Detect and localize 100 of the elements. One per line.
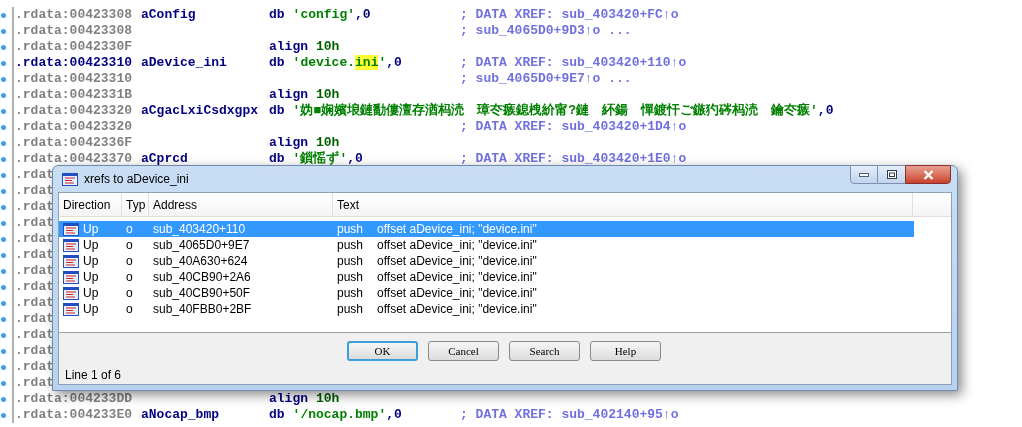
column-header[interactable]: Address <box>149 193 333 216</box>
operand-text: '鎻愮ず',0 <box>292 151 363 167</box>
directive-text: db <box>269 407 285 423</box>
address-text: sub_403420+110 <box>152 221 247 238</box>
address-text: .rdata:00423308 <box>15 7 133 22</box>
comment-text: ; DATA XREF: sub_403420+110↑o <box>460 55 687 71</box>
operand-text: 10h <box>316 135 340 151</box>
comment-text: ; DATA XREF: sub_403420+FC↑o <box>460 7 679 23</box>
gutter-dot-icon <box>1 124 6 130</box>
gutter-dot-icon <box>1 108 6 114</box>
mnemonic-text: push <box>336 221 365 238</box>
minimize-button[interactable] <box>850 165 878 184</box>
column-header[interactable]: Typ <box>122 193 149 216</box>
list-icon <box>63 302 79 316</box>
direction-text: Up <box>83 221 99 238</box>
comment-text: ; sub_4065D0+9E7↑o ... <box>460 71 632 87</box>
list-icon <box>63 254 79 268</box>
gutter-dot-icon <box>1 220 6 226</box>
mnemonic-text: push <box>336 301 365 318</box>
directive-text: db <box>269 151 285 167</box>
address-text: .rdat <box>15 231 54 246</box>
gutter-dot-icon <box>1 140 6 146</box>
address-text: .rdat <box>15 327 54 342</box>
xref-row[interactable]: Up o sub_40CB90+2A6 push offset aDevice_ini; "device.ini" <box>59 269 914 285</box>
maximize-button[interactable] <box>878 165 905 184</box>
operands-text: offset aDevice_ini; "device.ini" <box>377 269 537 286</box>
gutter-dot-icon <box>1 204 6 210</box>
dialog-button[interactable]: Help <box>590 341 661 361</box>
type-text: o <box>125 221 134 238</box>
comment-text: ; DATA XREF: sub_403420+1E0↑o <box>460 151 687 167</box>
minimize-icon <box>859 172 869 177</box>
maximize-icon <box>886 170 897 179</box>
mnemonic-text: push <box>336 269 365 286</box>
gutter-dot-icon <box>1 76 6 82</box>
operand-text: '/nocap.bmp',0 <box>292 407 402 423</box>
list-icon <box>63 286 79 300</box>
address-text: .rdat <box>15 375 54 390</box>
address-text: sub_40CB90+2A6 <box>152 269 252 286</box>
address-text: .rdata:004233DD <box>15 391 133 406</box>
directive-text: db <box>269 7 285 23</box>
xref-row[interactable]: Up o sub_40A630+624 push offset aDevice_ini; "device.ini" <box>59 253 914 269</box>
comment-text: ; DATA XREF: sub_402140+95↑o <box>460 407 679 423</box>
operands-text: offset aDevice_ini; "device.ini" <box>377 285 537 302</box>
operands-text: offset aDevice_ini; "device.ini" <box>377 301 537 318</box>
directive-text: align <box>269 39 308 55</box>
address-text: sub_40CB90+50F <box>152 285 252 302</box>
directive-text: align <box>269 135 308 151</box>
gutter-dot-icon <box>1 60 6 66</box>
mnemonic-text: push <box>336 253 365 270</box>
gutter-dot-icon <box>1 316 6 322</box>
dialog-button[interactable]: Search <box>509 341 580 361</box>
column-header[interactable]: Text <box>333 193 913 216</box>
directive-text: align <box>269 391 308 407</box>
address-text: .rdata:0042331B <box>15 87 133 102</box>
direction-text: Up <box>83 237 99 254</box>
gutter-dot-icon <box>1 188 6 194</box>
dialog-button[interactable]: OK <box>347 341 418 361</box>
directive-text: db <box>269 55 285 71</box>
gutter-dot-icon <box>1 268 6 274</box>
gutter-dot-icon <box>1 12 6 18</box>
address-text: .rdata:004233E0 <box>15 407 133 422</box>
direction-text: Up <box>83 285 99 302</box>
address-text: .rdat <box>15 263 54 278</box>
address-text: .rdat <box>15 279 54 294</box>
label-text: aDevice_ini <box>141 55 227 70</box>
xref-row[interactable]: Up o sub_40FBB0+2BF push offset aDevice_ini; "device.ini" <box>59 301 914 317</box>
directive-text: align <box>269 87 308 103</box>
list-icon <box>63 270 79 284</box>
address-text: .rdata:00423320 <box>15 119 133 134</box>
address-text: .rdat <box>15 167 54 182</box>
dialog-button[interactable]: Cancel <box>428 341 499 361</box>
direction-text: Up <box>83 301 99 318</box>
operands-text: offset aDevice_ini; "device.ini" <box>377 237 537 254</box>
address-text: .rdat <box>15 359 54 374</box>
type-text: o <box>125 285 134 302</box>
operands-text: offset aDevice_ini; "device.ini" <box>377 253 537 270</box>
gutter-dot-icon <box>1 44 6 50</box>
comment-text: ; DATA XREF: sub_403420+1D4↑o <box>460 119 687 135</box>
address-text: .rdata:00423310 <box>15 55 133 70</box>
address-text: .rdata:00423320 <box>15 103 133 118</box>
address-text: .rdat <box>15 247 54 262</box>
xref-row[interactable]: Up o sub_40CB90+50F push offset aDevice_ini; "device.ini" <box>59 285 914 301</box>
gutter-dot-icon <box>1 348 6 354</box>
address-text: .rdat <box>15 295 54 310</box>
operand-text: 10h <box>316 39 340 55</box>
address-text: sub_40FBB0+2BF <box>152 301 253 318</box>
column-header[interactable]: Direction <box>59 193 122 216</box>
close-icon <box>922 169 934 180</box>
xref-row[interactable]: Up o sub_4065D0+9E7 push offset aDevice_ini; "device.ini" <box>59 237 914 253</box>
close-button[interactable] <box>905 165 951 184</box>
label-text: aNocap_bmp <box>141 407 219 422</box>
gutter-dot-icon <box>1 380 6 386</box>
operand-text: 10h <box>316 87 340 103</box>
mnemonic-text: push <box>336 237 365 254</box>
operand-text: 'config',0 <box>292 7 371 23</box>
label-text: aCgacLxiCsdxgpx <box>141 103 259 118</box>
type-text: o <box>125 253 134 270</box>
mnemonic-text: push <box>336 285 365 302</box>
address-text: .rdat <box>15 199 54 214</box>
type-text: o <box>125 301 134 318</box>
